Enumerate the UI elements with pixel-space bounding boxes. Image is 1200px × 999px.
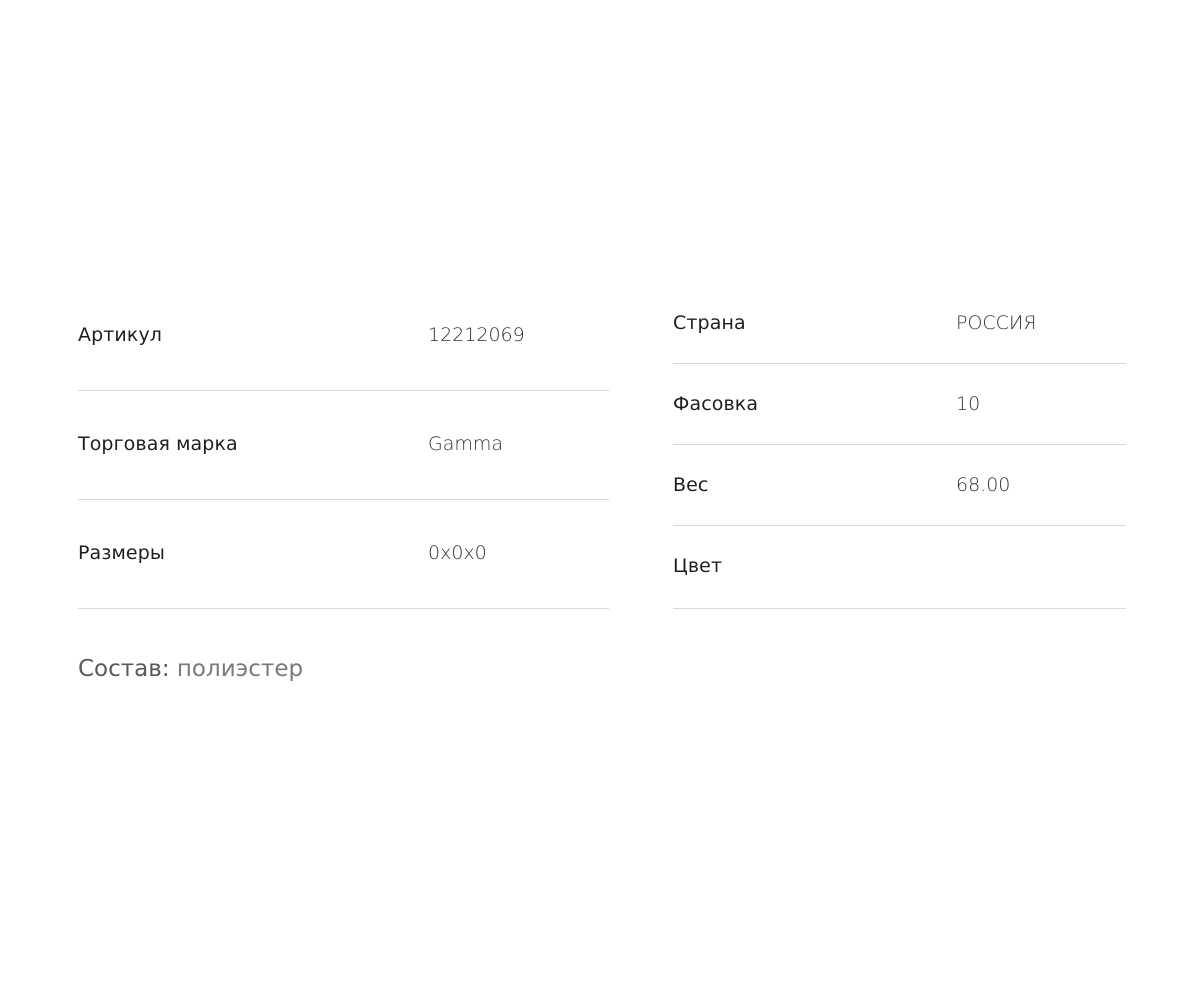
spec-label: Артикул (78, 324, 163, 346)
spec-value: 12212069 (428, 324, 525, 346)
spec-value: 68.00 (956, 474, 1011, 496)
spec-row-dimensions: Размеры 0x0x0 (78, 500, 609, 609)
spec-row-packaging: Фасовка 10 (673, 364, 1126, 445)
composition-value: полиэстер (176, 656, 304, 682)
spec-row-brand: Торговая марка Gamma (78, 391, 609, 500)
composition: Состав: полиэстер (78, 656, 303, 682)
spec-label: Торговая марка (78, 433, 238, 455)
spec-row-color: Цвет (673, 526, 1126, 609)
spec-value: 0x0x0 (428, 542, 487, 564)
spec-label: Вес (673, 474, 709, 496)
spec-label: Цвет (673, 555, 723, 577)
spec-row-weight: Вес 68.00 (673, 445, 1126, 526)
specs-table-left: Артикул 12212069 Торговая марка Gamma Ра… (78, 282, 609, 609)
spec-row-country: Страна РОССИЯ (673, 282, 1126, 364)
spec-label: Страна (673, 312, 746, 334)
spec-value: РОССИЯ (956, 312, 1037, 334)
spec-value: 10 (956, 393, 981, 415)
spec-row-article: Артикул 12212069 (78, 282, 609, 391)
spec-label: Фасовка (673, 393, 759, 415)
composition-label: Состав: (78, 656, 177, 682)
spec-value: Gamma (428, 433, 504, 455)
specs-table-right: Страна РОССИЯ Фасовка 10 Вес 68.00 Цвет (673, 282, 1126, 609)
spec-label: Размеры (78, 542, 165, 564)
